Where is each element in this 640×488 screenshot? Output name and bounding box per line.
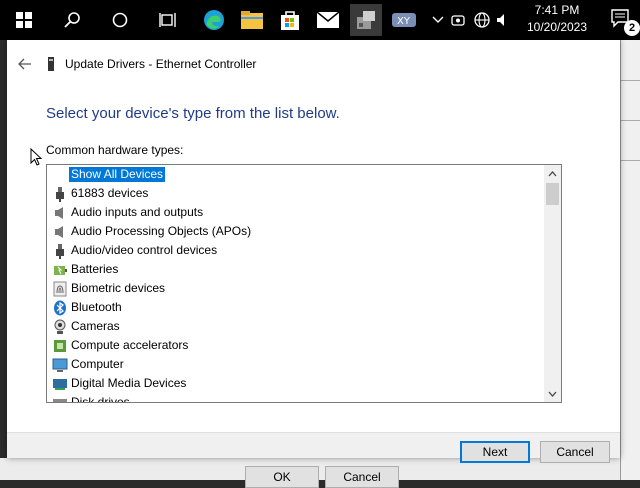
camera-icon [52, 319, 68, 335]
mouse-cursor-icon [30, 147, 43, 171]
page-heading: Select your device's type from the list … [46, 105, 340, 122]
search-icon[interactable] [56, 4, 88, 36]
scrollbar-thumb[interactable] [546, 183, 559, 205]
list-item[interactable]: Computer [47, 355, 543, 374]
back-arrow-icon [18, 58, 31, 70]
speaker-icon [52, 205, 68, 221]
chevron-up-icon[interactable] [430, 0, 446, 40]
update-drivers-dialog: Update Drivers - Ethernet Controller Sel… [7, 40, 620, 463]
ethernet-controller-icon [46, 56, 56, 77]
disk-icon [52, 395, 68, 402]
svg-text:XY: XY [397, 16, 411, 27]
list-item[interactable]: 61883 devices [47, 184, 543, 203]
speaker-icon [52, 224, 68, 240]
list-item[interactable]: Audio Processing Objects (APOs) [47, 222, 543, 241]
list-item[interactable]: Digital Media Devices [47, 374, 543, 393]
hardware-types-label: Common hardware types: [46, 143, 184, 157]
list-item-label: Biometric devices [71, 281, 166, 295]
connector-icon [52, 186, 68, 202]
battery-icon [52, 262, 68, 278]
list-item-label: Audio Processing Objects (APOs) [71, 224, 252, 238]
list-item-label: Audio/video control devices [71, 243, 218, 257]
chip-icon [52, 338, 68, 354]
list-item-label: 61883 devices [71, 186, 149, 200]
fingerprint-icon [52, 281, 68, 297]
list-item[interactable]: Show All Devices [47, 165, 543, 184]
cancel-button[interactable]: Cancel [540, 441, 610, 463]
list-item-label: Compute accelerators [71, 338, 189, 352]
file-explorer-icon[interactable] [236, 4, 268, 36]
cortana-icon[interactable] [104, 4, 136, 36]
clock-time: 7:41 PM [534, 3, 580, 17]
list-item-label: Cameras [71, 319, 120, 333]
app-icon[interactable]: XY [388, 4, 420, 36]
camera-icon[interactable] [446, 0, 470, 40]
list-item-label: Computer [71, 357, 124, 371]
device-manager-icon[interactable] [350, 4, 382, 36]
list-item-label: Show All Devices [69, 167, 166, 182]
list-item[interactable]: Audio/video control devices [47, 241, 543, 260]
listbox-scrollbar[interactable] [544, 165, 561, 402]
list-item[interactable]: Bluetooth [47, 298, 543, 317]
clock-date: 10/20/2023 [526, 20, 588, 34]
store-icon[interactable] [274, 4, 306, 36]
task-view-icon[interactable] [152, 4, 184, 36]
connector-icon [52, 243, 68, 259]
notification-icon[interactable]: 2 [610, 8, 640, 36]
background-window-edge [620, 40, 640, 480]
list-item[interactable]: Disk drives [47, 393, 543, 403]
taskbar: XY 7:41 PM 10/20/2023 2 [0, 0, 640, 40]
list-item[interactable]: Audio inputs and outputs [47, 203, 543, 222]
mail-icon[interactable] [312, 4, 344, 36]
list-item[interactable]: Compute accelerators [47, 336, 543, 355]
network-icon[interactable] [470, 0, 494, 40]
background-ok-button[interactable]: OK [245, 466, 319, 488]
next-button[interactable]: Next [460, 441, 530, 463]
list-item-label: Audio inputs and outputs [71, 205, 204, 219]
windows-start-icon[interactable] [8, 4, 40, 36]
list-item[interactable]: Biometric devices [47, 279, 543, 298]
list-item[interactable]: Cameras [47, 317, 543, 336]
scroll-up-arrow-icon[interactable] [544, 165, 561, 182]
list-item-label: Digital Media Devices [71, 376, 187, 390]
volume-icon[interactable] [494, 0, 508, 40]
dialog-title: Update Drivers - Ethernet Controller [65, 57, 257, 71]
list-item-label: Bluetooth [71, 300, 122, 314]
clock[interactable]: 7:41 PM 10/20/2023 [522, 2, 592, 36]
list-item[interactable]: Batteries [47, 260, 543, 279]
edge-icon[interactable] [198, 4, 230, 36]
media-device-icon [52, 376, 68, 392]
scroll-down-arrow-icon[interactable] [544, 385, 561, 402]
list-item-label: Batteries [71, 262, 119, 276]
list-item-label: Disk drives [71, 395, 130, 403]
back-button[interactable] [15, 56, 35, 72]
background-cancel-button[interactable]: Cancel [325, 466, 399, 488]
bluetooth-icon [52, 300, 68, 316]
hardware-types-listbox[interactable]: Show All Devices 61883 devices Audio inp… [46, 164, 562, 403]
notification-count-badge: 2 [624, 20, 640, 36]
monitor-icon [52, 357, 68, 373]
